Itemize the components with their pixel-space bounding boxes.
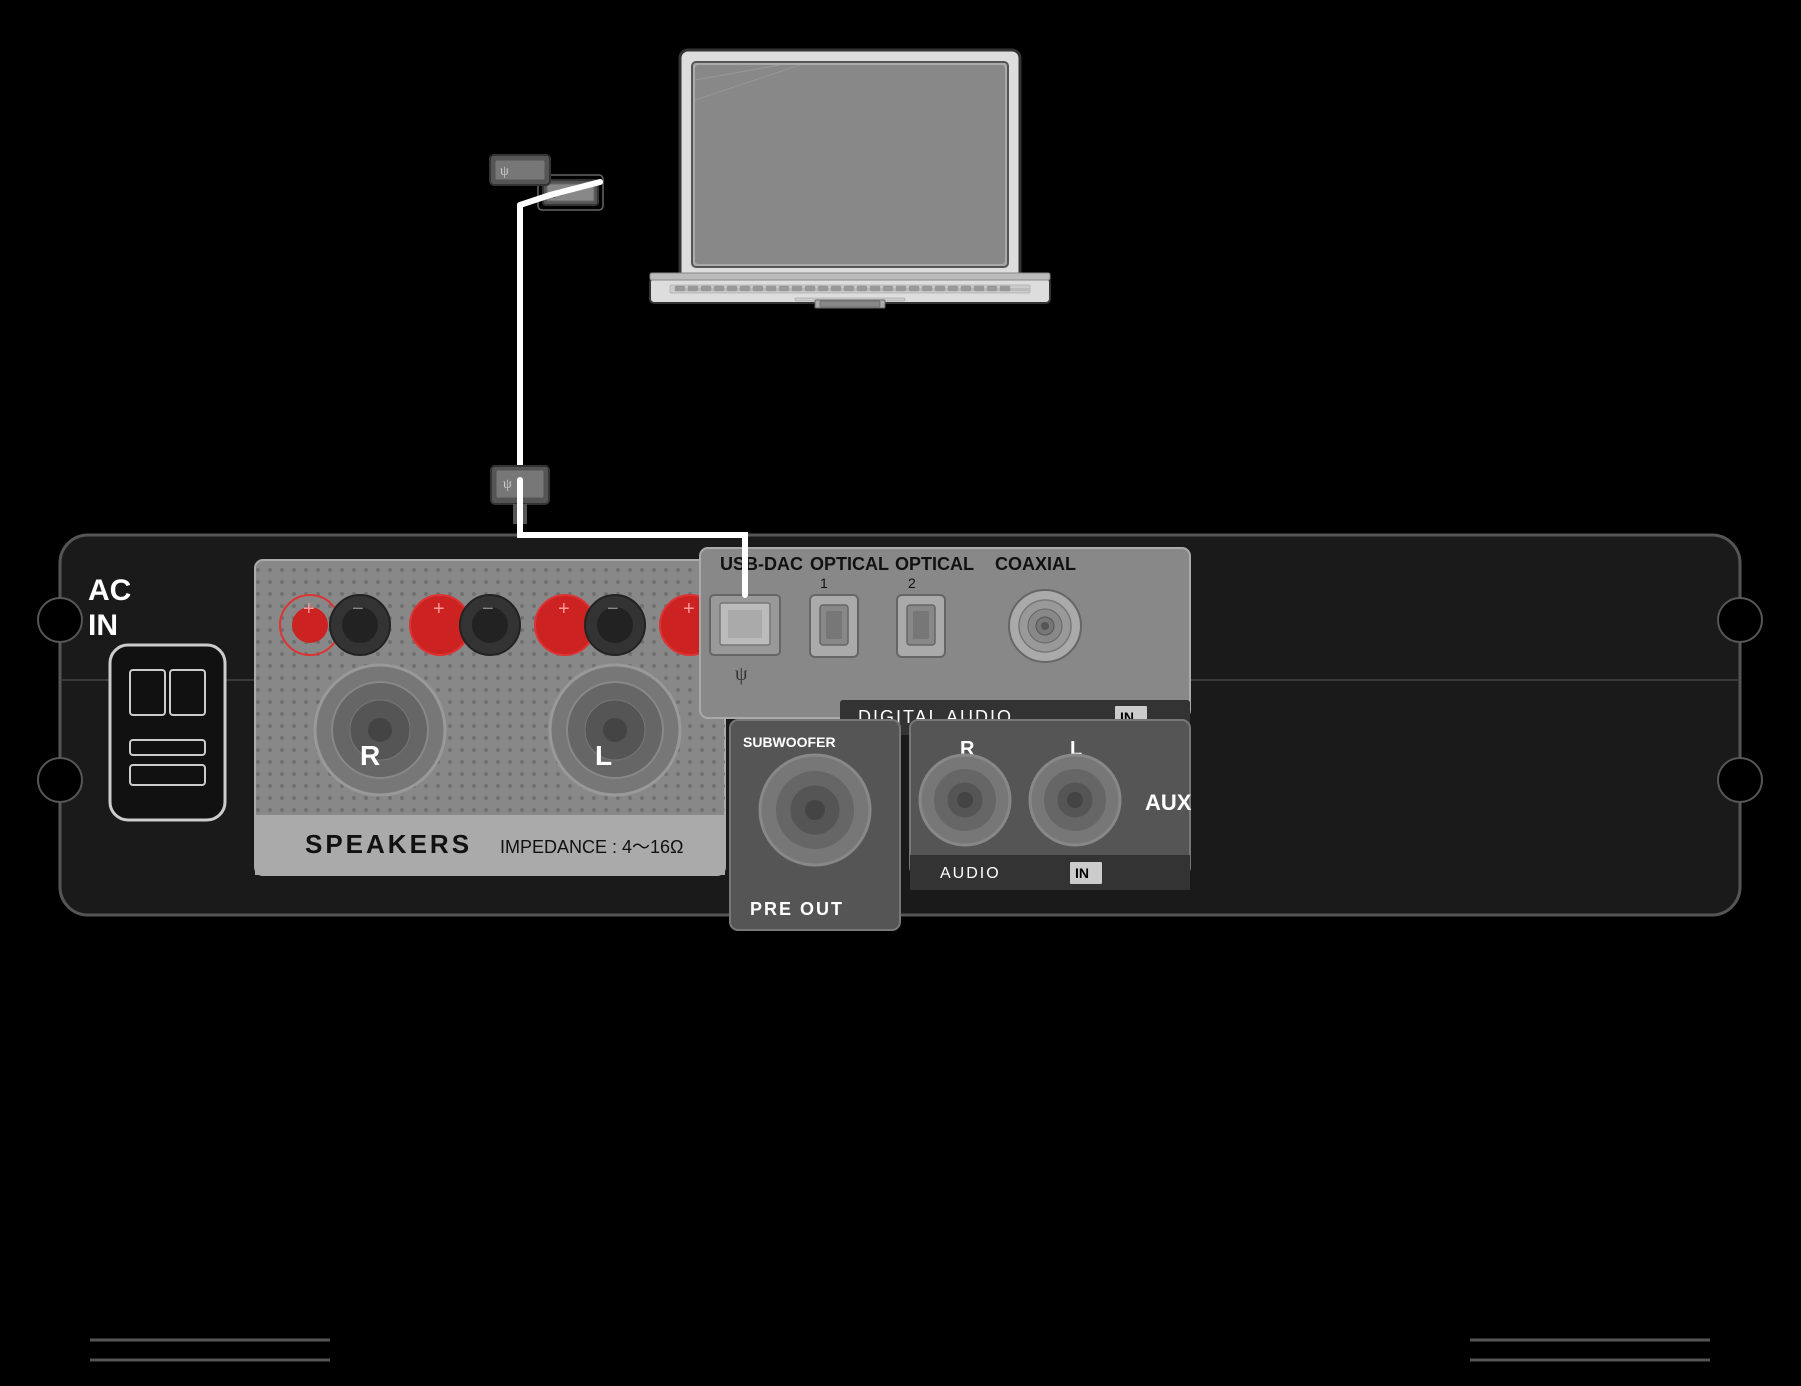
diagram-area: [0, 0, 1801, 1386]
